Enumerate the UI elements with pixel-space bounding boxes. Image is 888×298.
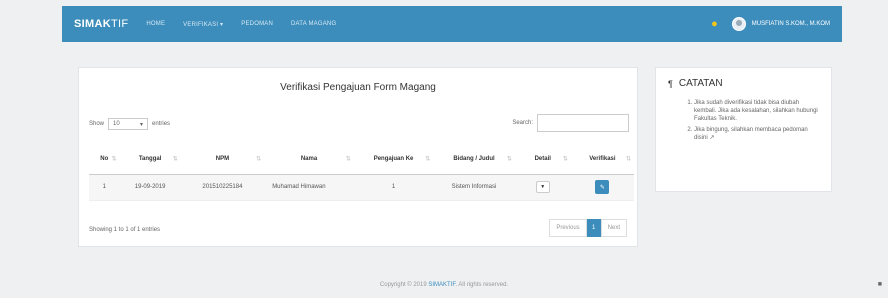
col-header-pengajuan[interactable]: Pengajuan Ke ⇅ <box>353 144 434 175</box>
entries-select[interactable]: 10 ▾ <box>108 118 149 130</box>
nav-data-magang[interactable]: DATA MAGANG <box>291 21 336 27</box>
edit-icon: ✎ <box>599 184 605 191</box>
notes-list: Jika sudah diverifikasi tidak bisa diuba… <box>668 99 819 142</box>
note-item-1: Jika sudah diverifikasi tidak bisa diuba… <box>694 99 819 123</box>
verification-card: Verifikasi Pengajuan Form Magang Show 10… <box>78 67 638 247</box>
entries-label: entries <box>152 121 171 127</box>
cell-bidang: Sistem Informasi <box>433 174 515 201</box>
cell-detail: ▼ <box>514 174 571 201</box>
cell-verifikasi: ✎ <box>570 174 634 201</box>
col-header-tanggal[interactable]: Tanggal ⇅ <box>119 144 181 175</box>
entries-info: Showing 1 to 1 of 1 entries <box>89 227 161 233</box>
verify-button[interactable]: ✎ <box>595 180 610 194</box>
note-item-2: Jika bingung, silahkan membaca pedoman d… <box>694 126 819 142</box>
avatar[interactable] <box>731 17 746 31</box>
pagination-next[interactable]: Next <box>600 219 627 237</box>
flag-icon: ¶ <box>668 78 673 89</box>
col-header-verifikasi[interactable]: Verifikasi ⇅ <box>570 144 634 175</box>
pagination-previous[interactable]: Previous <box>549 219 587 237</box>
nav-verifikasi-dropdown[interactable]: VERIFIKASI ▾ <box>183 21 223 28</box>
brand-logo[interactable]: SIMAKTIF <box>74 18 128 30</box>
card-title: Verifikasi Pengajuan Form Magang <box>280 82 436 93</box>
chevron-down-icon: ▾ <box>140 121 144 128</box>
pagination-page-1[interactable]: 1 <box>586 219 601 237</box>
table-row: 1 19-09-2019 201510225184 Muhamad Himawa… <box>89 174 634 201</box>
col-header-detail[interactable]: Detail ⇅ <box>514 144 571 175</box>
external-link-icon[interactable]: ↗ <box>709 135 714 141</box>
nav-pedoman[interactable]: PEDOMAN <box>241 21 273 27</box>
notes-title: ¶ CATATAN <box>668 78 723 89</box>
col-header-nama[interactable]: Nama ⇅ <box>264 144 354 175</box>
submissions-table: No ⇅ Tanggal ⇅ NPM ⇅ Nama ⇅ Pengajuan Ke ⇅ Bi… <box>89 144 634 201</box>
detail-expand-button[interactable]: ▼ <box>535 181 550 193</box>
show-label: Show <box>89 121 105 127</box>
corner-icon[interactable]: ■ <box>878 281 882 288</box>
footer-brand-link[interactable]: SIMAKTIF <box>428 282 455 288</box>
col-header-bidang[interactable]: Bidang / Judul ⇅ <box>433 144 515 175</box>
search-input[interactable] <box>537 114 629 132</box>
bell-icon[interactable]: ● <box>711 18 718 30</box>
user-name-menu[interactable]: MUSFIATIN S.KOM., M.KOM <box>752 21 830 27</box>
pagination: Previous 1 Next <box>549 219 627 237</box>
cell-no: 1 <box>89 174 120 201</box>
col-header-no[interactable]: No ⇅ <box>89 144 120 175</box>
notes-panel: ¶CATATAN Jika sudah diverifikasi tidak b… <box>655 67 832 192</box>
search-control: Search: <box>512 114 629 132</box>
cell-npm: 201510225184 <box>180 174 265 201</box>
page-footer: Copyright © 2019 SIMAKTIF. All rights re… <box>379 282 509 288</box>
cell-tanggal: 19-09-2019 <box>119 174 181 201</box>
search-label: Search: <box>512 120 533 126</box>
nav-home[interactable]: HOME <box>146 21 165 27</box>
show-entries-control: Show 10 ▾ entries <box>89 118 170 130</box>
cell-nama: Muhamad Himawan <box>264 174 354 201</box>
top-navbar: SIMAKTIF HOME VERIFIKASI ▾ PEDOMAN DATA … <box>62 6 842 42</box>
col-header-npm[interactable]: NPM ⇅ <box>180 144 265 175</box>
cell-pengajuan: 1 <box>353 174 434 201</box>
